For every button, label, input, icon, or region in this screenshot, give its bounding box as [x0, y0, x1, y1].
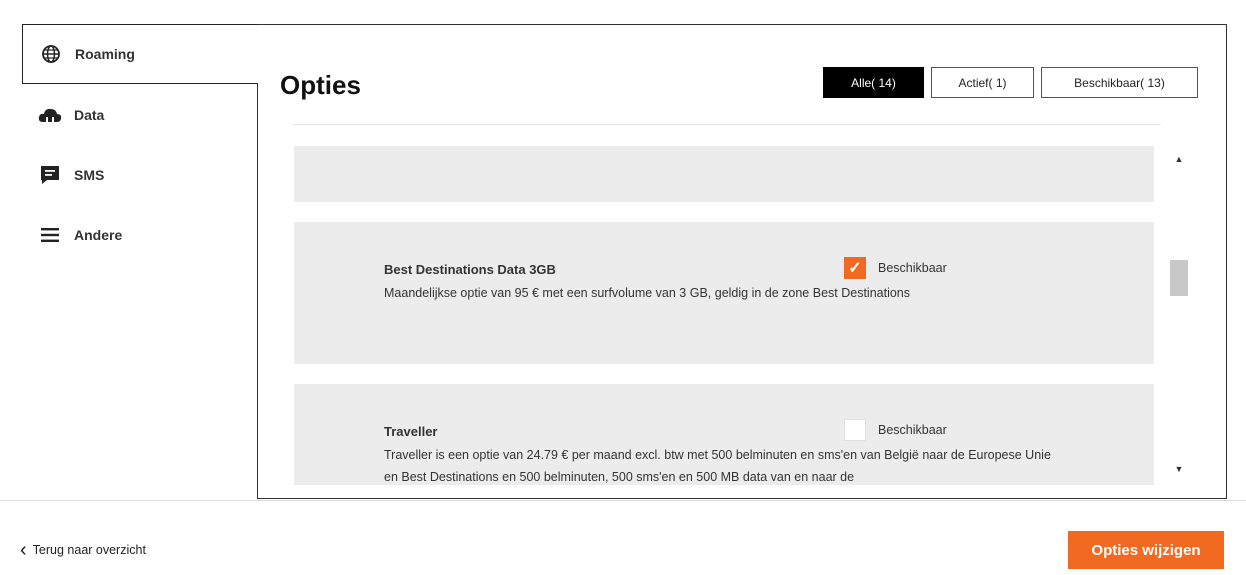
option-card[interactable]: Traveller Beschikbaar Traveller is een o… — [294, 384, 1154, 485]
filter-available-button[interactable]: Beschikbaar( 13) — [1041, 67, 1198, 98]
option-checkbox[interactable]: ✓ — [844, 257, 866, 279]
sidebar-item-roaming[interactable]: Roaming — [22, 24, 258, 84]
header-divider — [293, 124, 1161, 125]
globe-icon — [39, 43, 63, 65]
option-card[interactable]: Best Destinations Data 3GB ✓ Beschikbaar… — [294, 222, 1154, 364]
cloud-icon — [38, 104, 62, 126]
sidebar-item-label: Roaming — [75, 46, 135, 62]
scroll-thumb[interactable] — [1170, 260, 1188, 296]
menu-icon — [38, 224, 62, 246]
option-description: Traveller is een optie van 24.79 € per m… — [384, 448, 1051, 484]
sidebar-item-sms[interactable]: SMS — [22, 146, 258, 204]
scroll-down-icon[interactable]: ▼ — [1168, 458, 1190, 480]
sidebar-item-label: Data — [74, 107, 105, 123]
sidebar-item-andere[interactable]: Andere — [22, 206, 258, 264]
option-status: Beschikbaar — [844, 419, 947, 441]
check-icon: ✓ — [848, 260, 862, 277]
back-link[interactable]: ‹ Terug naar overzicht — [20, 539, 146, 561]
option-description: Maandelijkse optie van 95 € met een surf… — [384, 286, 911, 300]
message-icon — [38, 164, 62, 186]
options-list[interactable]: Best Destinations Data 3GB ✓ Beschikbaar… — [294, 146, 1154, 485]
option-status: ✓ Beschikbaar — [844, 257, 947, 279]
option-status-label: Beschikbaar — [878, 423, 947, 437]
filter-active-button[interactable]: Actief( 1) — [931, 67, 1034, 98]
back-link-label: Terug naar overzicht — [32, 543, 146, 557]
page-title: Opties — [280, 70, 361, 100]
sidebar-item-label: Andere — [74, 227, 123, 243]
filter-all-button[interactable]: Alle( 14) — [823, 67, 924, 98]
sidebar-item-data[interactable]: Data — [22, 86, 258, 144]
option-title: Best Destinations Data 3GB — [384, 262, 556, 277]
change-options-button[interactable]: Opties wijzigen — [1068, 531, 1224, 569]
option-checkbox[interactable] — [844, 419, 866, 441]
footer-divider — [0, 500, 1246, 501]
chevron-left-icon: ‹ — [20, 539, 27, 561]
scroll-up-icon[interactable]: ▲ — [1168, 148, 1190, 170]
option-title: Traveller — [384, 424, 438, 439]
option-status-label: Beschikbaar — [878, 261, 947, 275]
filter-group: Alle( 14) Actief( 1) Beschikbaar( 13) — [823, 67, 1198, 98]
scrollbar[interactable]: ▲ ▼ — [1168, 146, 1190, 485]
sidebar-item-label: SMS — [74, 167, 105, 183]
option-card-partial — [294, 146, 1154, 202]
